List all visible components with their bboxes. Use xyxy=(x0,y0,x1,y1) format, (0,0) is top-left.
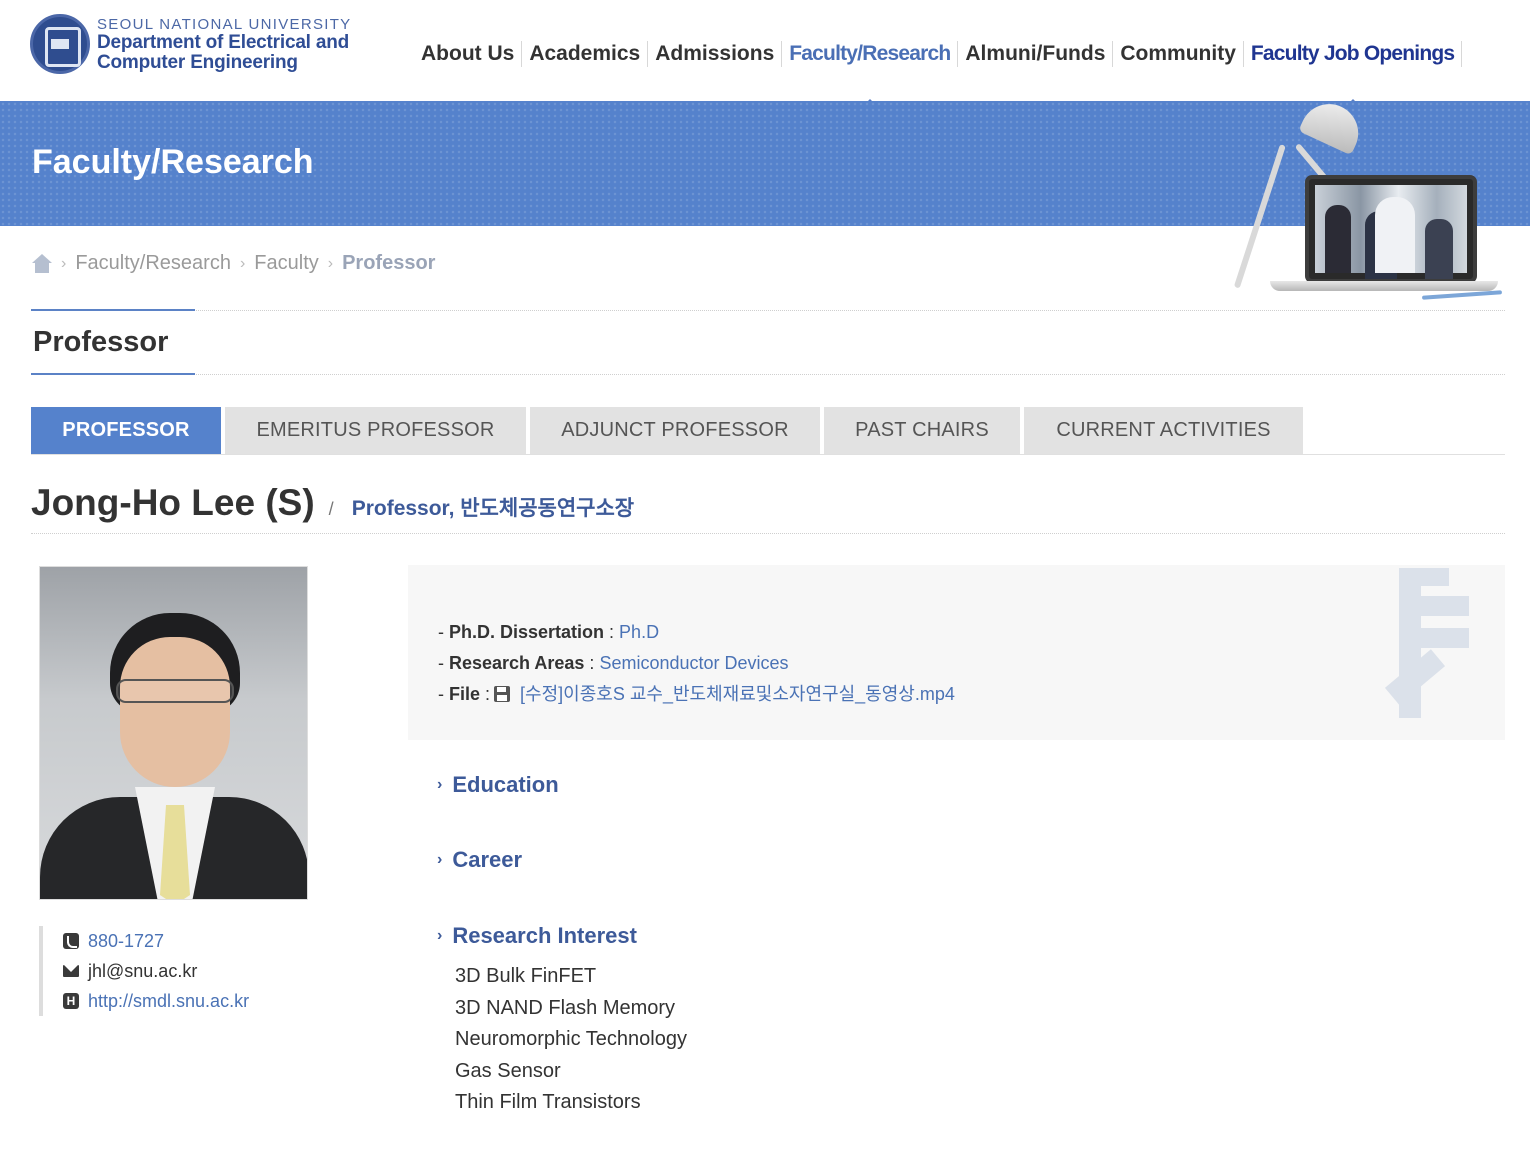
breadcrumb-faculty-research[interactable]: Faculty/Research xyxy=(75,252,231,275)
row-dash: - xyxy=(438,683,449,704)
nav-academics[interactable]: Academics xyxy=(522,40,647,68)
nav-about-us[interactable]: About Us xyxy=(414,40,521,68)
laptop-base xyxy=(1270,281,1498,291)
education-heading[interactable]: › Education xyxy=(437,772,559,798)
contact-info: 880-1727 jhl@snu.ac.kr http://smdl.snu.a… xyxy=(39,926,249,1016)
photo-glasses xyxy=(116,679,234,703)
key-watermark-icon xyxy=(1384,568,1485,718)
homepage-link[interactable]: http://smdl.snu.ac.kr xyxy=(88,991,249,1012)
career-section: › Career xyxy=(437,847,522,873)
row-colon: : xyxy=(480,683,491,704)
summary-rows: - Ph.D. Dissertation : Ph.D - Research A… xyxy=(438,616,955,709)
professor-photo xyxy=(39,566,308,900)
tab-adjunct-professor[interactable]: ADJUNCT PROFESSOR xyxy=(530,407,820,454)
career-heading[interactable]: › Career xyxy=(437,847,522,873)
breadcrumb: › Faculty/Research › Faculty › Professor xyxy=(32,252,435,275)
list-item: Neuromorphic Technology xyxy=(455,1028,687,1050)
row-colon: : xyxy=(604,621,620,642)
title-bar-top xyxy=(31,309,195,311)
nav-admissions[interactable]: Admissions xyxy=(648,40,781,68)
divider xyxy=(31,533,1505,534)
phone-number[interactable]: 880-1727 xyxy=(88,931,164,952)
tab-professor[interactable]: PROFESSOR xyxy=(31,407,221,454)
file-row: - File : [수정]이종호S 교수_반도체재료및소자연구실_동영상.mp4 xyxy=(438,678,955,709)
breadcrumb-professor: Professor xyxy=(342,252,436,274)
phone-icon xyxy=(63,933,79,949)
file-label: File xyxy=(449,683,481,704)
contact-phone: 880-1727 xyxy=(63,926,249,956)
photo-face xyxy=(120,637,230,787)
career-title: Career xyxy=(452,847,523,872)
site-logo[interactable]: SEOUL NATIONAL UNIVERSITY Department of … xyxy=(30,14,352,74)
logo-university: SEOUL NATIONAL UNIVERSITY xyxy=(97,16,352,33)
laptop-lamp-illustration xyxy=(1233,94,1507,305)
logo-text: SEOUL NATIONAL UNIVERSITY Department of … xyxy=(97,16,352,73)
title-bar-bottom xyxy=(31,373,195,375)
nav-faculty-job-openings[interactable]: Faculty Job Openings xyxy=(1244,40,1461,107)
nav-community[interactable]: Community xyxy=(1113,40,1243,68)
university-seal-icon xyxy=(30,14,90,74)
contact-email: jhl@snu.ac.kr xyxy=(63,956,249,986)
divider xyxy=(31,374,1505,375)
row-dash: - xyxy=(438,621,449,642)
row-colon: : xyxy=(584,652,600,673)
mail-icon xyxy=(63,965,79,977)
professor-position: Professor, 반도체공동연구소장 xyxy=(351,497,635,520)
professor-name: Jong-Ho Lee (S) xyxy=(31,482,315,523)
list-item: 3D NAND Flash Memory xyxy=(455,996,676,1019)
main-nav: About Us Academics Admissions Faculty/Re… xyxy=(414,40,1463,107)
divider xyxy=(31,310,1505,311)
email-address: jhl@snu.ac.kr xyxy=(88,960,198,981)
name-separator: / xyxy=(328,499,334,519)
research-areas-row: - Research Areas : Semiconductor Devices xyxy=(438,647,955,678)
education-section: › Education xyxy=(437,772,559,798)
research-areas-value: Semiconductor Devices xyxy=(599,652,789,673)
file-download-link[interactable]: [수정]이종호S 교수_반도체재료및소자연구실_동영상.mp4 xyxy=(520,682,955,706)
logo-department-line2: Computer Engineering xyxy=(97,52,298,73)
chevron-right-icon: › xyxy=(437,776,443,793)
laptop-screen xyxy=(1305,175,1477,283)
chevron-right-icon: › xyxy=(437,851,443,868)
phd-row: - Ph.D. Dissertation : Ph.D xyxy=(438,616,955,647)
research-interest-heading[interactable]: › Research Interest xyxy=(437,923,687,949)
tab-emeritus-professor[interactable]: EMERITUS PROFESSOR xyxy=(225,407,526,454)
home-icon[interactable] xyxy=(32,253,52,274)
breadcrumb-chevron-icon: › xyxy=(239,254,246,272)
tab-past-chairs[interactable]: PAST CHAIRS xyxy=(824,407,1020,454)
row-dash: - xyxy=(438,652,449,673)
lab-photo xyxy=(1315,185,1467,273)
faculty-tabs: PROFESSOR EMERITUS PROFESSOR ADJUNCT PRO… xyxy=(31,407,1303,454)
list-item: 3D Bulk FinFET xyxy=(455,965,597,987)
research-interest-section: › Research Interest 3D Bulk FinFET 3D NA… xyxy=(437,923,687,1119)
tabs-underline xyxy=(31,454,1505,455)
phd-value: Ph.D xyxy=(619,621,660,642)
banner-title: Faculty/Research xyxy=(32,143,314,181)
breadcrumb-chevron-icon: › xyxy=(327,254,334,272)
logo-department-line1: Department of Electrical and xyxy=(97,32,350,53)
page-title: Professor xyxy=(33,326,169,358)
professor-heading: Jong-Ho Lee (S) / Professor, 반도체공동연구소장 xyxy=(31,482,634,524)
site-header: SEOUL NATIONAL UNIVERSITY Department of … xyxy=(0,0,1530,107)
nav-divider xyxy=(1461,41,1463,67)
breadcrumb-faculty[interactable]: Faculty xyxy=(254,252,318,275)
profile-summary-box: - Ph.D. Dissertation : Ph.D - Research A… xyxy=(408,565,1505,740)
tab-current-activities[interactable]: CURRENT ACTIVITIES xyxy=(1024,407,1303,454)
list-item: Gas Sensor xyxy=(455,1059,561,1082)
chevron-right-icon: › xyxy=(437,927,443,944)
research-interest-list: 3D Bulk FinFET 3D NAND Flash Memory Neur… xyxy=(455,961,687,1119)
research-interest-title: Research Interest xyxy=(452,923,637,948)
homepage-icon xyxy=(63,993,79,1009)
list-item: Thin Film Transistors xyxy=(455,1091,641,1113)
education-title: Education xyxy=(452,772,559,797)
phd-label: Ph.D. Dissertation xyxy=(449,621,605,642)
nav-alumni-funds[interactable]: Almuni/Funds xyxy=(958,40,1112,68)
nav-faculty-research[interactable]: Faculty/Research xyxy=(782,40,957,107)
pen-icon xyxy=(1421,290,1503,300)
breadcrumb-chevron-icon: › xyxy=(61,254,67,272)
contact-homepage: http://smdl.snu.ac.kr xyxy=(63,986,249,1016)
research-areas-label: Research Areas xyxy=(449,652,585,673)
save-disk-icon xyxy=(494,685,511,702)
